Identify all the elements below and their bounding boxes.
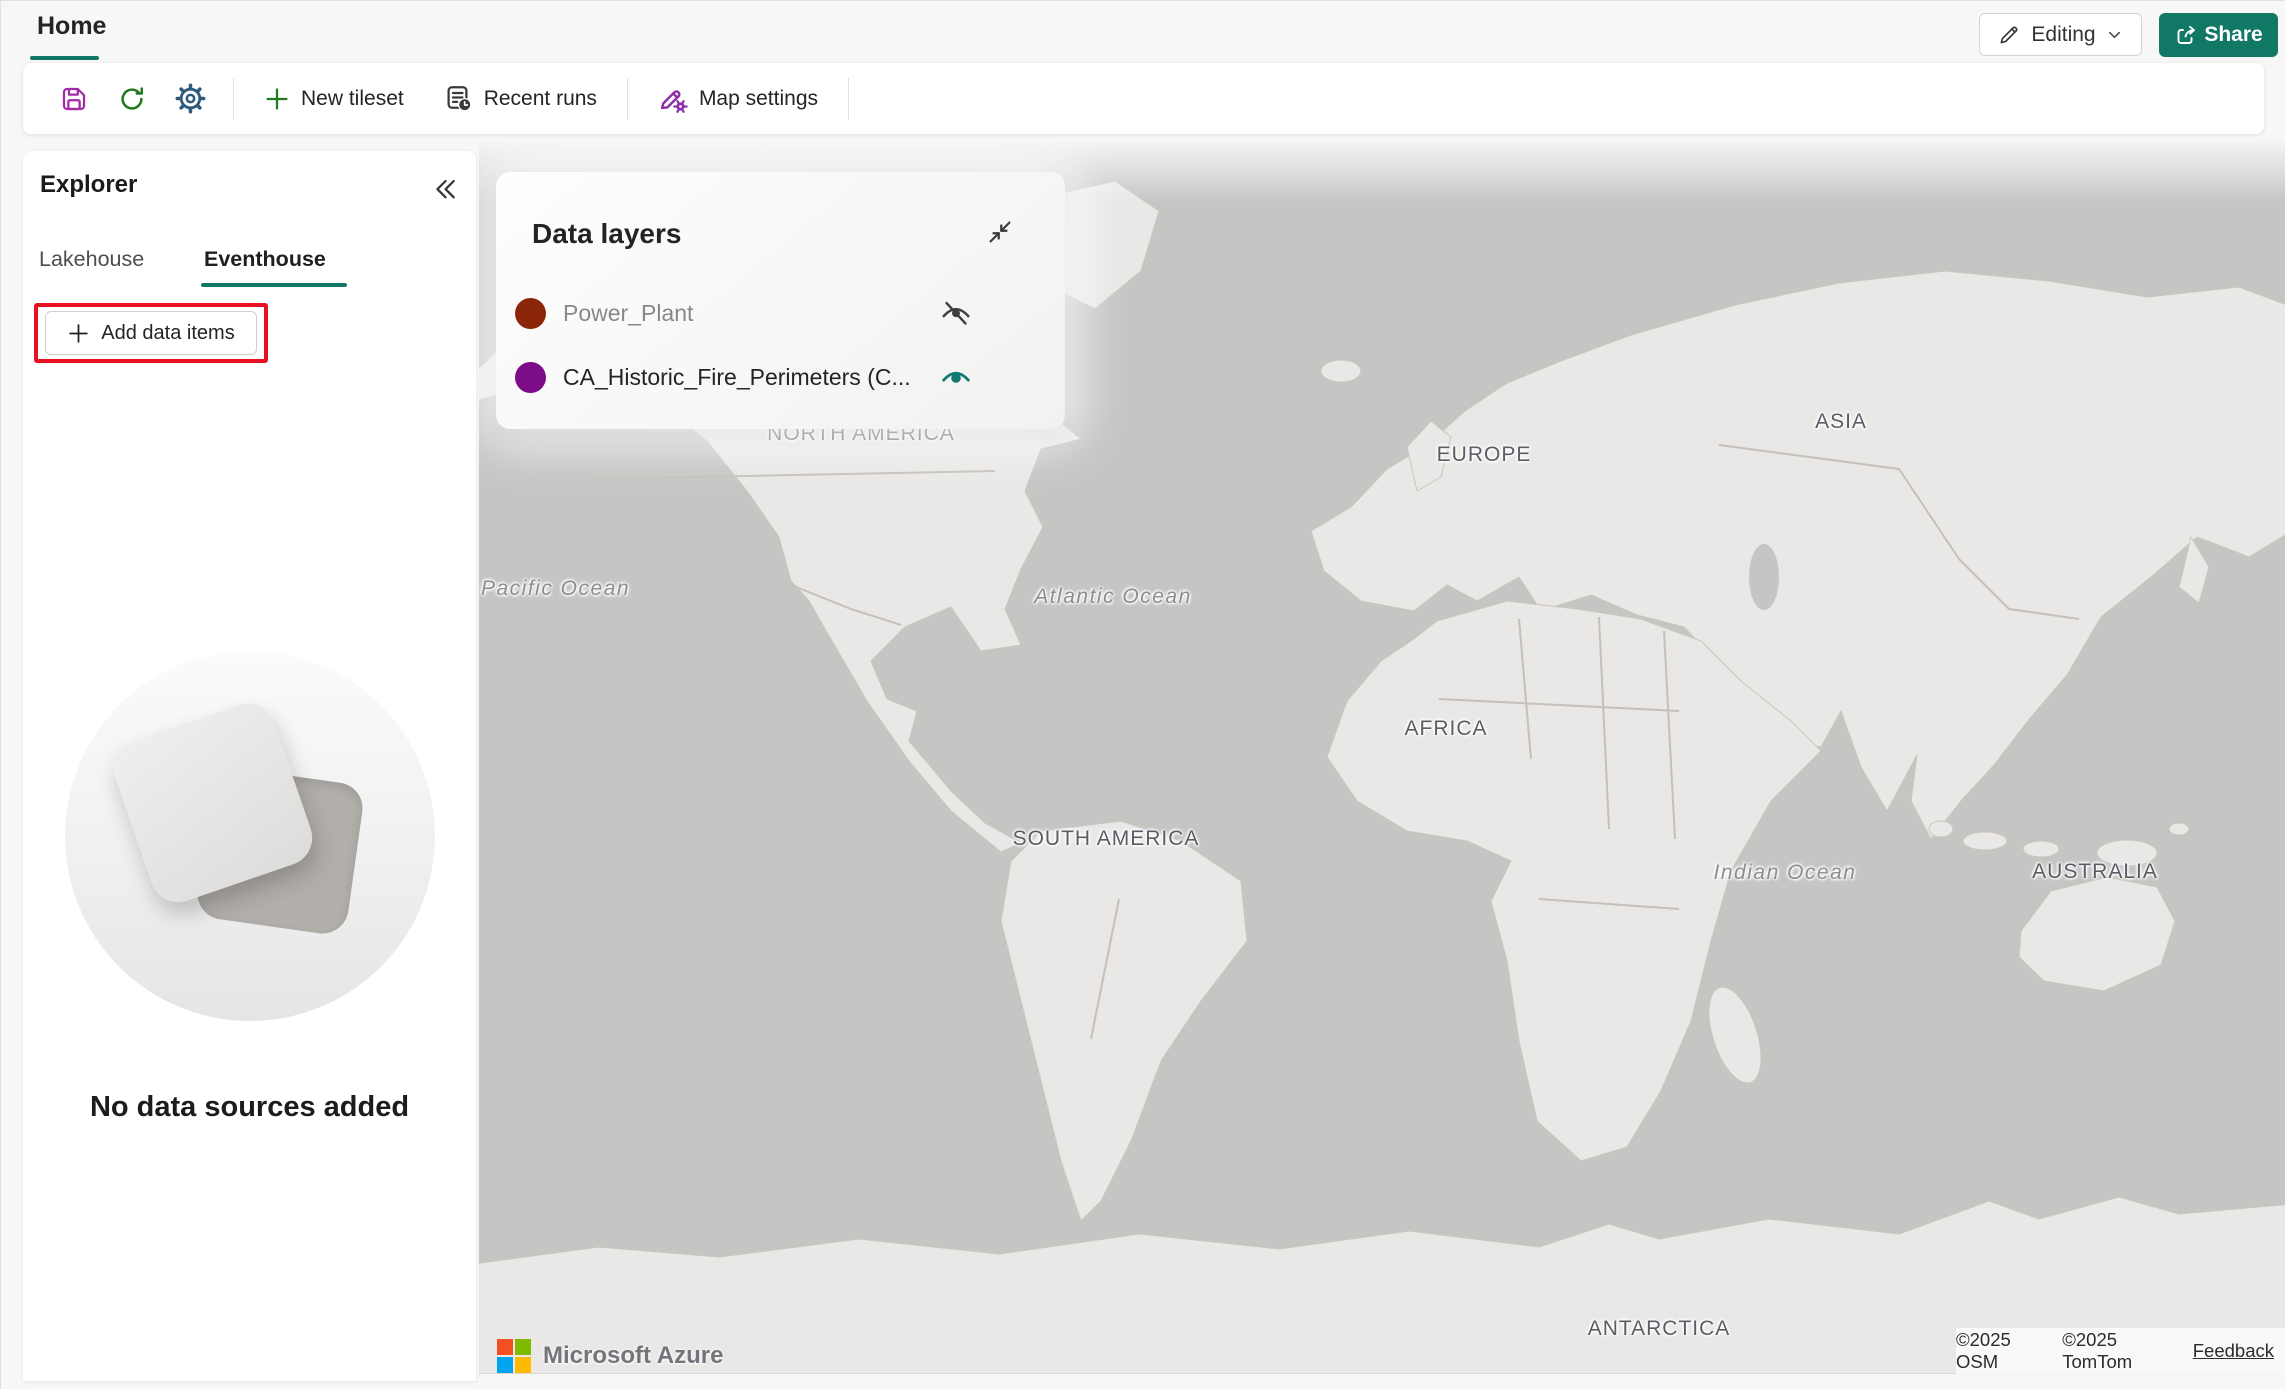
empty-state-text: No data sources added (23, 1091, 476, 1124)
add-data-items-label: Add data items (101, 322, 234, 345)
ms-square-blue (497, 1357, 513, 1373)
layer-color-dot (515, 362, 546, 393)
map-label-australia: AUSTRALIA (2032, 860, 2158, 884)
save-button[interactable] (53, 78, 95, 120)
double-chevron-left-icon (431, 174, 459, 202)
data-layers-title: Data layers (532, 218, 681, 250)
chevron-down-icon (2106, 26, 2123, 43)
map-attribution: ©2025 OSM ©2025 TomTom Feedback (1956, 1328, 2285, 1374)
recent-runs-label: Recent runs (484, 87, 597, 111)
app-window: Home Editing Share (0, 0, 2285, 1389)
add-data-items-button[interactable]: Add data items (45, 311, 257, 355)
collapse-panel-button[interactable] (985, 217, 1015, 247)
refresh-button[interactable] (111, 78, 153, 120)
layer-name: Power_Plant (563, 300, 693, 327)
toolbar-divider (233, 78, 234, 120)
tab-home[interactable]: Home (37, 12, 106, 41)
ms-square-green (515, 1339, 531, 1355)
map-label-pacific-ocean: Pacific Ocean (481, 577, 630, 601)
tab-eventhouse[interactable]: Eventhouse (204, 247, 326, 272)
map-label-europe: EUROPE (1437, 443, 1532, 467)
map-label-africa: AFRICA (1404, 717, 1487, 741)
home-tab-active-underline (30, 56, 99, 60)
layer-row-power-plant[interactable]: Power_Plant (496, 289, 1065, 339)
layer-row-ca-historic-fire-perimeters[interactable]: CA_Historic_Fire_Perimeters (C... (496, 353, 1065, 403)
new-tileset-label: New tileset (301, 87, 404, 111)
refresh-icon (117, 84, 147, 114)
map-settings-icon (658, 84, 688, 114)
main-toolbar: New tileset Recent runs (23, 63, 2264, 134)
empty-state-illustration (65, 651, 435, 1021)
toolbar-divider (627, 78, 628, 120)
map-label-south-america: SOUTH AMERICA (1013, 827, 1200, 851)
save-icon (59, 84, 89, 114)
plus-icon (264, 86, 290, 112)
layer-color-dot (515, 298, 546, 329)
tab-lakehouse[interactable]: Lakehouse (39, 247, 144, 272)
explorer-title: Explorer (40, 171, 137, 199)
map-label-indian-ocean: Indian Ocean (1714, 861, 1857, 885)
visibility-on-icon[interactable] (940, 362, 972, 394)
data-layers-panel: Data layers Power_Plant (496, 172, 1065, 429)
recent-runs-button[interactable]: Recent runs (436, 78, 605, 119)
ms-square-red (497, 1339, 513, 1355)
explorer-sidebar: Explorer Lakehouse Eventhouse Add data i… (23, 151, 476, 1381)
map-settings-button[interactable]: Map settings (650, 78, 826, 120)
ms-square-yellow (515, 1357, 531, 1373)
azure-logo-text: Microsoft Azure (543, 1342, 723, 1370)
tomtom-copyright: ©2025 TomTom (2062, 1329, 2177, 1373)
settings-button[interactable] (169, 78, 211, 120)
add-data-items-highlight-box: Add data items (34, 303, 268, 363)
editing-label: Editing (2031, 23, 2095, 47)
collapse-sidebar-button[interactable] (430, 173, 460, 203)
map-settings-label: Map settings (699, 87, 818, 111)
feedback-link[interactable]: Feedback (2193, 1340, 2274, 1362)
gear-icon (175, 83, 206, 114)
share-label: Share (2204, 23, 2262, 47)
map-label-atlantic-ocean: Atlantic Ocean (1034, 585, 1192, 609)
microsoft-logo-icon (497, 1339, 531, 1373)
plus-icon (67, 322, 90, 345)
eventhouse-tab-active-underline (201, 283, 347, 287)
new-tileset-button[interactable]: New tileset (256, 80, 412, 118)
toolbar-divider (848, 78, 849, 120)
osm-copyright: ©2025 OSM (1956, 1329, 2046, 1373)
map-label-asia: ASIA (1815, 410, 1867, 434)
map-label-antarctica: ANTARCTICA (1588, 1317, 1731, 1341)
recent-runs-icon (444, 84, 473, 113)
editing-mode-dropdown[interactable]: Editing (1979, 13, 2142, 56)
map-canvas[interactable]: NORTH AMERICA EUROPE ASIA AFRICA SOUTH A… (479, 139, 2285, 1374)
collapse-arrows-icon (985, 217, 1015, 247)
share-icon (2174, 23, 2198, 47)
visibility-off-icon[interactable] (940, 298, 972, 330)
microsoft-azure-logo: Microsoft Azure (497, 1339, 723, 1373)
share-button[interactable]: Share (2159, 13, 2278, 57)
pencil-icon (1998, 23, 2021, 46)
layer-name: CA_Historic_Fire_Perimeters (C... (563, 364, 911, 391)
